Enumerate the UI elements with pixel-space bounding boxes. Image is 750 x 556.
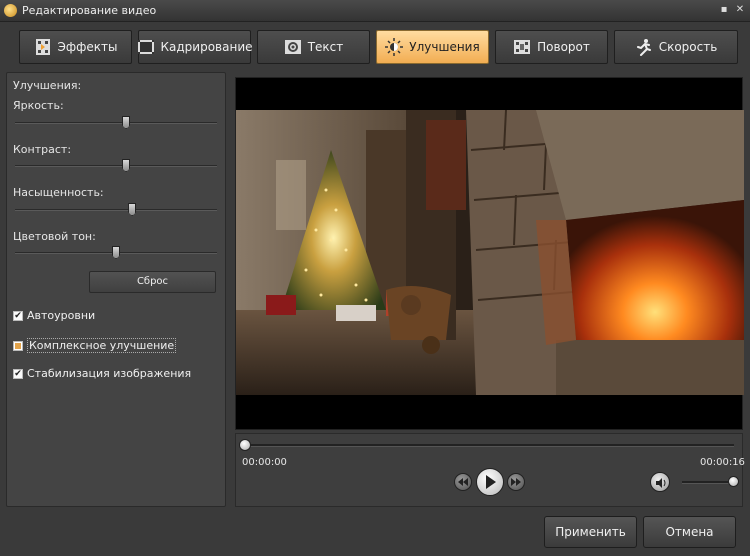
slider-thumb[interactable] xyxy=(122,116,131,129)
tab-label: Кадрирование xyxy=(160,40,253,54)
window-title: Редактирование видео xyxy=(22,4,157,17)
runner-icon xyxy=(635,38,653,56)
tab-rotate[interactable]: Поворот xyxy=(495,30,608,64)
fast-forward-icon xyxy=(511,478,521,486)
complex-enhance-checkbox[interactable]: Комплексное улучшение xyxy=(13,338,177,353)
checkbox-box[interactable] xyxy=(13,340,23,351)
auto-levels-checkbox[interactable]: ✔ Автоуровни xyxy=(13,309,95,322)
slider-thumb[interactable] xyxy=(112,246,120,259)
checkbox-label: Комплексное улучшение xyxy=(27,338,177,353)
title-bar: Редактирование видео ▪ ✕ xyxy=(0,0,750,22)
tab-label: Скорость xyxy=(658,40,718,54)
text-icon xyxy=(284,38,302,56)
volume-icon[interactable] xyxy=(650,472,670,492)
hue-label: Цветовой тон: xyxy=(13,230,96,243)
contrast-label: Контраст: xyxy=(13,143,72,156)
hue-slider[interactable] xyxy=(15,246,217,260)
cancel-button[interactable]: Отмена xyxy=(643,516,736,548)
panel-heading: Улучшения: xyxy=(13,79,82,92)
slider-thumb[interactable] xyxy=(128,203,137,216)
tab-text[interactable]: Текст xyxy=(257,30,370,64)
checkbox-label: Стабилизация изображения xyxy=(27,367,192,380)
rewind-button[interactable] xyxy=(454,473,472,491)
restore-icon[interactable]: ▪ xyxy=(718,4,730,16)
tab-crop[interactable]: Кадрирование xyxy=(137,30,253,64)
video-frame-image xyxy=(236,110,744,395)
tab-bar: Эффекты Кадрирование Текст Улучшения Пов… xyxy=(6,28,744,66)
tab-label: Текст xyxy=(307,40,344,54)
enhance-icon xyxy=(385,38,404,56)
checkbox-box[interactable]: ✔ xyxy=(13,310,23,321)
crop-icon xyxy=(137,38,155,56)
tab-speed[interactable]: Скорость xyxy=(614,30,738,64)
effects-icon xyxy=(34,38,52,56)
rewind-icon xyxy=(458,478,468,486)
tab-enhance[interactable]: Улучшения xyxy=(376,30,489,64)
saturation-slider[interactable] xyxy=(15,203,217,217)
rotate-icon xyxy=(513,38,531,56)
contrast-slider[interactable] xyxy=(15,159,217,173)
checkbox-box[interactable]: ✔ xyxy=(13,368,23,379)
seek-knob[interactable] xyxy=(239,439,251,451)
video-frame xyxy=(236,110,744,395)
reset-button[interactable]: Сброс xyxy=(89,271,216,293)
app-icon xyxy=(4,4,17,17)
tab-effects[interactable]: Эффекты xyxy=(19,30,132,64)
tab-label: Улучшения xyxy=(409,40,480,54)
tab-label: Эффекты xyxy=(57,40,118,54)
volume-knob[interactable] xyxy=(728,476,740,487)
enhancement-panel: Улучшения: Яркость: Контраст: Насыщеннос… xyxy=(6,72,226,507)
video-preview[interactable] xyxy=(235,77,744,430)
tab-label: Поворот xyxy=(537,40,590,54)
apply-button[interactable]: Применить xyxy=(544,516,637,548)
close-icon[interactable]: ✕ xyxy=(734,4,746,16)
slider-track xyxy=(15,209,217,211)
stabilization-checkbox[interactable]: ✔ Стабилизация изображения xyxy=(13,367,191,380)
play-icon xyxy=(486,475,496,489)
play-button[interactable] xyxy=(476,468,504,496)
current-time: 00:00:00 xyxy=(242,457,287,468)
checkbox-label: Автоуровни xyxy=(27,309,96,322)
brightness-label: Яркость: xyxy=(13,99,64,112)
speaker-icon xyxy=(656,478,666,488)
slider-track xyxy=(15,165,217,167)
brightness-slider[interactable] xyxy=(15,116,217,130)
total-time: 00:00:16 xyxy=(700,457,745,468)
seek-bar[interactable] xyxy=(239,439,734,451)
slider-thumb[interactable] xyxy=(122,159,131,172)
fast-forward-button[interactable] xyxy=(507,473,525,491)
slider-track xyxy=(15,122,217,124)
playback-controls: 00:00:00 00:00:16 xyxy=(235,433,745,507)
saturation-label: Насыщенность: xyxy=(13,186,104,199)
volume-slider[interactable] xyxy=(682,476,740,487)
